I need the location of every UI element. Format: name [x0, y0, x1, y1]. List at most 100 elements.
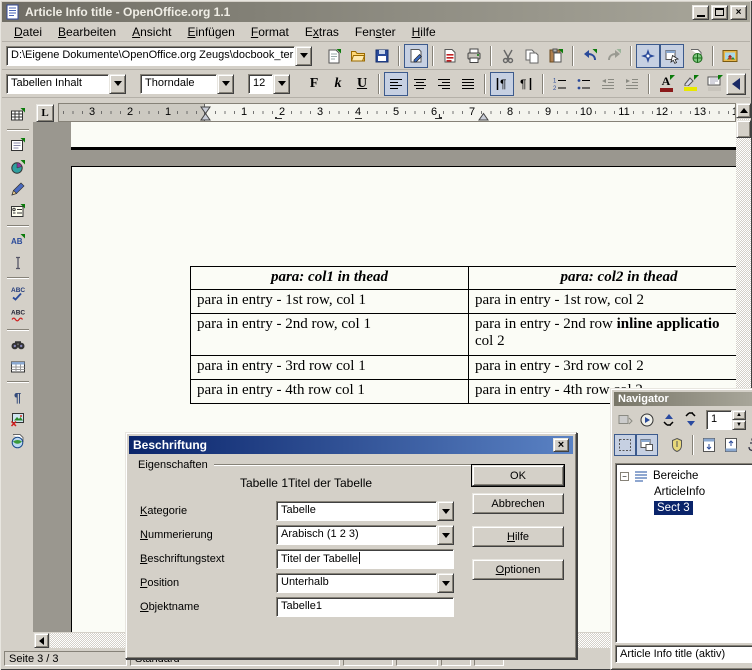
gallery-button[interactable]: [718, 44, 742, 68]
insert-table-button[interactable]: [7, 104, 29, 126]
content-view-button[interactable]: [614, 434, 636, 456]
font-dropdown-icon[interactable]: [217, 74, 234, 94]
nonprinting-characters-button[interactable]: ¶: [7, 386, 29, 408]
font-size-combobox[interactable]: 12: [248, 74, 290, 94]
scroll-up-icon[interactable]: [736, 103, 751, 118]
table-cell[interactable]: para in entry - 3rd row col 1: [191, 356, 469, 380]
url-value[interactable]: D:\Eigene Dokumente\OpenOffice.org Zeugs…: [6, 46, 295, 66]
numbering-combobox[interactable]: Arabisch (1 2 3): [276, 525, 454, 545]
category-combobox[interactable]: Tabelle: [276, 501, 454, 521]
table-cell[interactable]: para in entry - 2nd row inline applicati…: [469, 314, 737, 356]
dialog-title-bar[interactable]: Beschriftung ×: [129, 436, 573, 454]
status-page[interactable]: Seite 3 / 3: [4, 651, 127, 666]
tree-item-sect3[interactable]: Sect 3: [616, 500, 752, 516]
style-dropdown-icon[interactable]: [109, 74, 126, 94]
spin-down-icon[interactable]: ▼: [732, 420, 746, 430]
tree-item-articleinfo[interactable]: ArticleInfo: [616, 484, 752, 500]
url-dropdown-icon[interactable]: [295, 46, 312, 66]
next-button[interactable]: [680, 409, 702, 431]
numbering-value[interactable]: Arabisch (1 2 3): [276, 525, 437, 545]
align-center-button[interactable]: [408, 72, 432, 96]
table-header-cell[interactable]: para: col2 in thead: [469, 267, 737, 290]
menu-datei[interactable]: Datei: [6, 23, 50, 41]
header-button[interactable]: [698, 434, 720, 456]
document-selector[interactable]: Article Info title (aktiv): [615, 645, 752, 663]
paste-button[interactable]: [544, 44, 568, 68]
underline-button[interactable]: U: [350, 72, 374, 96]
undo-button[interactable]: [578, 44, 602, 68]
font-color-button[interactable]: A: [654, 72, 678, 96]
italic-button[interactable]: k: [326, 72, 350, 96]
table-cell[interactable]: para in entry - 3rd row col 2: [469, 356, 737, 380]
increase-indent-button[interactable]: [620, 72, 644, 96]
navigation-button[interactable]: [636, 409, 658, 431]
find-replace-button[interactable]: [7, 334, 29, 356]
paragraph-style-combobox[interactable]: Tabellen Inhalt: [6, 74, 126, 94]
previous-button[interactable]: [658, 409, 680, 431]
highlighting-button[interactable]: [678, 72, 702, 96]
decrease-indent-button[interactable]: [596, 72, 620, 96]
cut-button[interactable]: [496, 44, 520, 68]
caption-text-field[interactable]: Titel der Tabelle: [276, 549, 454, 569]
table-header-cell[interactable]: para: col1 in thead: [191, 267, 469, 290]
object-name-field[interactable]: Tabelle1: [276, 597, 454, 617]
cancel-button[interactable]: Abbrechen: [472, 493, 564, 514]
menu-ansicht[interactable]: Ansicht: [124, 23, 179, 41]
new-document-button[interactable]: [322, 44, 346, 68]
subdocument-view-button[interactable]: [636, 434, 658, 456]
align-left-button[interactable]: [384, 72, 408, 96]
font-size-value[interactable]: 12: [248, 74, 273, 94]
options-button[interactable]: Optionen: [472, 559, 564, 580]
position-value[interactable]: Unterhalb: [276, 573, 437, 593]
navigator-content-tree[interactable]: − Bereiche ArticleInfo Sect 3: [615, 463, 752, 643]
url-combobox[interactable]: D:\Eigene Dokumente\OpenOffice.org Zeugs…: [6, 46, 312, 66]
table-cell[interactable]: para in entry - 1st row, col 2: [469, 290, 737, 314]
direct-cursor-button[interactable]: [7, 252, 29, 274]
vertical-scroll-thumb[interactable]: [736, 120, 751, 138]
align-justify-button[interactable]: [456, 72, 480, 96]
size-dropdown-icon[interactable]: [273, 74, 290, 94]
tab-type-selector[interactable]: L: [36, 104, 54, 122]
redo-button[interactable]: [602, 44, 626, 68]
menu-hilfe[interactable]: Hilfe: [404, 23, 444, 41]
bold-button[interactable]: F: [302, 72, 326, 96]
stylist-button[interactable]: [660, 44, 684, 68]
draw-functions-button[interactable]: [7, 178, 29, 200]
collapse-icon[interactable]: −: [620, 472, 629, 481]
horizontal-ruler[interactable]: 3211234567891011121314: [58, 103, 736, 122]
font-name-value[interactable]: Thorndale: [140, 74, 217, 94]
copy-button[interactable]: [520, 44, 544, 68]
ok-button[interactable]: OK: [472, 465, 564, 486]
table-cell[interactable]: para in entry - 2nd row, col 1: [191, 314, 469, 356]
toggle-button[interactable]: [614, 409, 636, 431]
open-button[interactable]: [346, 44, 370, 68]
save-button[interactable]: [370, 44, 394, 68]
close-icon[interactable]: ×: [730, 5, 747, 20]
insert-form-button[interactable]: [7, 200, 29, 222]
font-name-combobox[interactable]: Thorndale: [140, 74, 234, 94]
position-combobox[interactable]: Unterhalb: [276, 573, 454, 593]
background-color-button[interactable]: [702, 72, 726, 96]
page-2-bottom[interactable]: [71, 122, 736, 150]
page-number-spinner[interactable]: 1 ▲▼: [706, 410, 746, 430]
maximize-icon[interactable]: [711, 5, 728, 20]
table-cell[interactable]: para in entry - 4th row col 1: [191, 380, 469, 404]
paragraph-style-value[interactable]: Tabellen Inhalt: [6, 74, 109, 94]
bullets-button[interactable]: [572, 72, 596, 96]
set-reminder-button[interactable]: [666, 434, 688, 456]
insert-frame-button[interactable]: [7, 134, 29, 156]
menu-fenster[interactable]: Fenster: [347, 23, 404, 41]
spin-up-icon[interactable]: ▲: [732, 410, 746, 420]
close-icon[interactable]: ×: [553, 438, 569, 452]
toolbar-scroll-left-button[interactable]: [726, 73, 746, 95]
menu-extras[interactable]: Extras: [297, 23, 347, 41]
numbering-dropdown-icon[interactable]: [437, 525, 454, 545]
scroll-left-icon[interactable]: [34, 633, 49, 648]
tree-item-bereiche[interactable]: − Bereiche: [616, 468, 752, 484]
align-right-button[interactable]: [432, 72, 456, 96]
document-table[interactable]: para: col1 in thead para: col2 in thead …: [190, 266, 736, 404]
anchor-text-button[interactable]: [742, 434, 752, 456]
right-indent-marker[interactable]: [478, 105, 489, 122]
table-cell[interactable]: para in entry - 1st row, col 1: [191, 290, 469, 314]
help-button[interactable]: Hilfe: [472, 526, 564, 547]
